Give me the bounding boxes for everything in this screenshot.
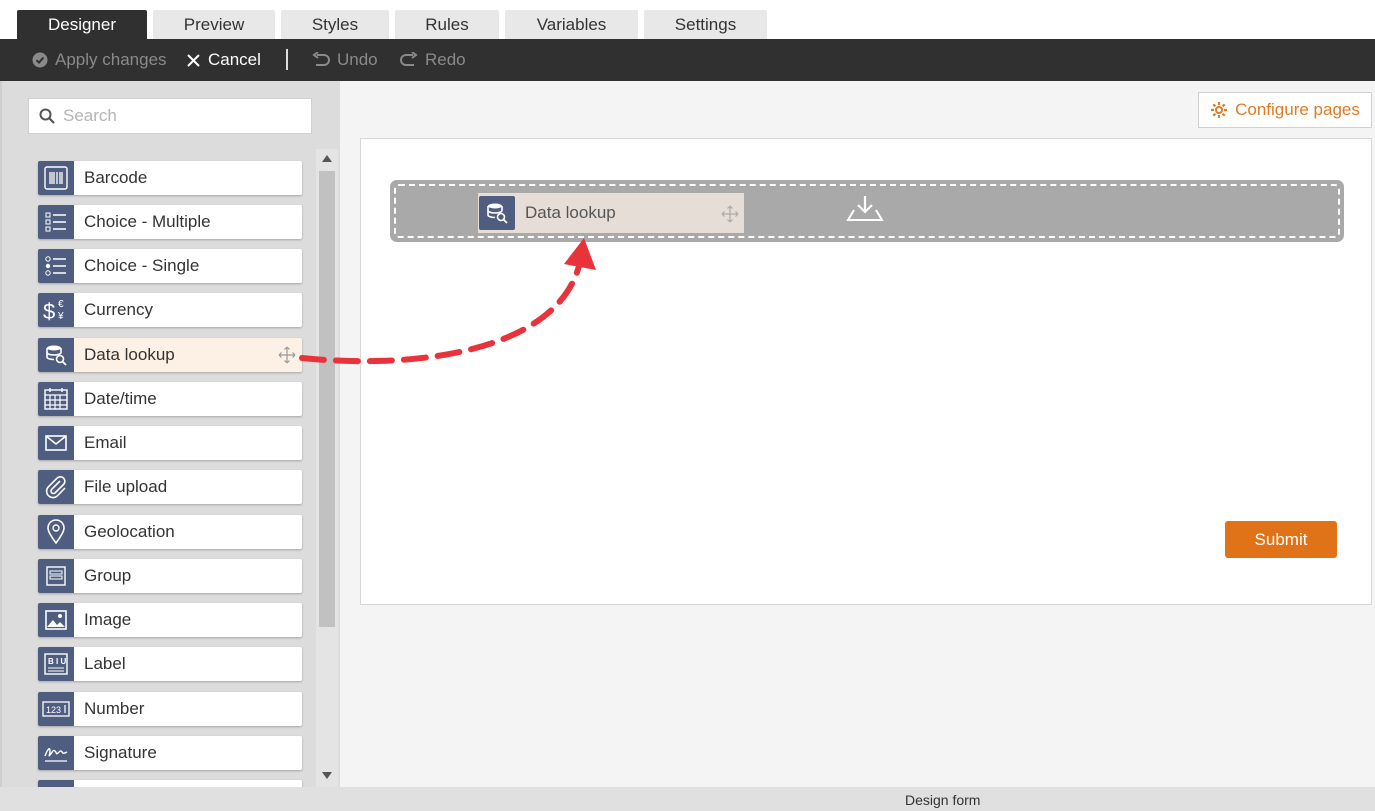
tab-variables[interactable]: Variables bbox=[505, 10, 638, 39]
number-icon: 123 bbox=[38, 692, 74, 726]
checklist-icon bbox=[38, 205, 74, 239]
configure-pages-label: Configure pages bbox=[1235, 100, 1360, 119]
tab-settings[interactable]: Settings bbox=[644, 10, 767, 39]
group-icon bbox=[38, 559, 74, 593]
palette-item-label: Choice - Single bbox=[84, 256, 200, 275]
paperclip-icon bbox=[38, 470, 74, 504]
palette-item-label: Barcode bbox=[84, 168, 148, 187]
palette-item-choice-multiple[interactable]: Choice - Multiple bbox=[38, 205, 302, 239]
barcode-icon bbox=[38, 161, 74, 195]
component-palette: Barcode Choice - Multiple Choice - Singl… bbox=[0, 81, 340, 787]
palette-item-partial[interactable] bbox=[38, 780, 302, 787]
drop-here-icon bbox=[846, 196, 884, 221]
database-search-icon bbox=[479, 196, 515, 230]
search-input[interactable] bbox=[63, 106, 283, 126]
undo-label: Undo bbox=[337, 50, 378, 69]
palette-item-label: Geolocation bbox=[84, 522, 175, 541]
map-pin-icon bbox=[38, 515, 74, 549]
scroll-up-icon[interactable] bbox=[322, 155, 332, 162]
drop-zone[interactable]: Data lookup bbox=[390, 180, 1344, 242]
palette-item-label: File upload bbox=[84, 477, 168, 496]
undo-button[interactable]: Undo bbox=[312, 39, 378, 81]
close-icon bbox=[187, 53, 200, 67]
envelope-icon bbox=[38, 426, 74, 460]
move-icon[interactable] bbox=[278, 346, 296, 364]
submit-button[interactable]: Submit bbox=[1225, 521, 1337, 558]
form-designer-app: Designer Preview Styles Rules Variables … bbox=[0, 0, 1375, 811]
palette-item-label: Label bbox=[84, 654, 126, 673]
redo-label: Redo bbox=[425, 50, 466, 69]
dragging-data-lookup[interactable]: Data lookup bbox=[478, 193, 744, 233]
status-bar: Design form bbox=[0, 787, 1375, 811]
palette-item-group[interactable]: Group bbox=[38, 559, 302, 593]
signature-icon bbox=[38, 736, 74, 770]
cancel-label: Cancel bbox=[208, 50, 261, 69]
toolbar-divider bbox=[286, 49, 288, 70]
radio-list-icon bbox=[38, 249, 74, 283]
palette-item-label: Image bbox=[84, 610, 132, 629]
palette-item-label: Group bbox=[84, 566, 132, 585]
palette-item-label: Number bbox=[84, 699, 145, 718]
toolbar: Apply changes Cancel Undo Redo bbox=[0, 39, 1375, 81]
redo-icon bbox=[400, 52, 418, 66]
undo-icon bbox=[312, 52, 330, 66]
palette-item-label: Data lookup bbox=[84, 345, 175, 364]
configure-pages-button[interactable]: Configure pages bbox=[1198, 92, 1372, 128]
apply-changes-button[interactable]: Apply changes bbox=[32, 39, 167, 81]
component-list: Barcode Choice - Multiple Choice - Singl… bbox=[26, 149, 314, 787]
palette-item-label: Signature bbox=[84, 743, 157, 762]
check-circle-icon bbox=[32, 52, 48, 68]
move-icon bbox=[721, 205, 739, 223]
design-canvas: Configure pages Data lookup Submit bbox=[340, 81, 1375, 787]
svg-text:B I U: B I U bbox=[48, 657, 66, 666]
tab-designer[interactable]: Designer bbox=[17, 10, 147, 39]
search-icon bbox=[39, 108, 55, 124]
scroll-down-icon[interactable] bbox=[322, 772, 332, 779]
status-text: Design form bbox=[905, 792, 981, 808]
tab-rules[interactable]: Rules bbox=[395, 10, 499, 39]
svg-text:$: $ bbox=[43, 299, 55, 324]
palette-item-label: Currency bbox=[84, 300, 153, 319]
redo-button[interactable]: Redo bbox=[400, 39, 466, 81]
svg-text:¥: ¥ bbox=[57, 311, 64, 322]
search-box bbox=[28, 98, 312, 134]
tab-bar: Designer Preview Styles Rules Variables … bbox=[0, 0, 1375, 39]
label-icon: B I U bbox=[38, 647, 74, 681]
palette-item-barcode[interactable]: Barcode bbox=[38, 161, 302, 195]
palette-item-email[interactable]: Email bbox=[38, 426, 302, 460]
palette-item-choice-single[interactable]: Choice - Single bbox=[38, 249, 302, 283]
database-search-icon bbox=[38, 338, 74, 372]
palette-item-file-upload[interactable]: File upload bbox=[38, 470, 302, 504]
palette-item-label: Choice - Multiple bbox=[84, 212, 211, 231]
gear-icon bbox=[1211, 102, 1228, 118]
tab-preview[interactable]: Preview bbox=[153, 10, 275, 39]
palette-item-image[interactable]: Image bbox=[38, 603, 302, 637]
calendar-icon bbox=[38, 382, 74, 416]
scroll-thumb[interactable] bbox=[319, 171, 335, 627]
tab-styles[interactable]: Styles bbox=[281, 10, 389, 39]
palette-item-date-time[interactable]: Date/time bbox=[38, 382, 302, 416]
apply-changes-label: Apply changes bbox=[55, 50, 167, 69]
cancel-button[interactable]: Cancel bbox=[186, 39, 261, 81]
svg-text:€: € bbox=[58, 299, 64, 310]
image-icon bbox=[38, 603, 74, 637]
palette-item-data-lookup[interactable]: Data lookup bbox=[38, 338, 302, 372]
palette-item-number[interactable]: 123 Number bbox=[38, 692, 302, 726]
palette-item-signature[interactable]: Signature bbox=[38, 736, 302, 770]
palette-item-currency[interactable]: $ € ¥ Currency bbox=[38, 293, 302, 327]
currency-icon: $ € ¥ bbox=[38, 293, 74, 327]
dragging-label: Data lookup bbox=[525, 203, 616, 222]
palette-item-icon bbox=[38, 780, 74, 787]
palette-item-label: Date/time bbox=[84, 389, 157, 408]
palette-item-geolocation[interactable]: Geolocation bbox=[38, 515, 302, 549]
form-page: Data lookup Submit bbox=[360, 138, 1372, 605]
svg-text:123: 123 bbox=[46, 705, 61, 715]
palette-scrollbar[interactable] bbox=[316, 149, 338, 787]
palette-item-label: Email bbox=[84, 433, 127, 452]
palette-item-label-component[interactable]: B I U Label bbox=[38, 647, 302, 681]
